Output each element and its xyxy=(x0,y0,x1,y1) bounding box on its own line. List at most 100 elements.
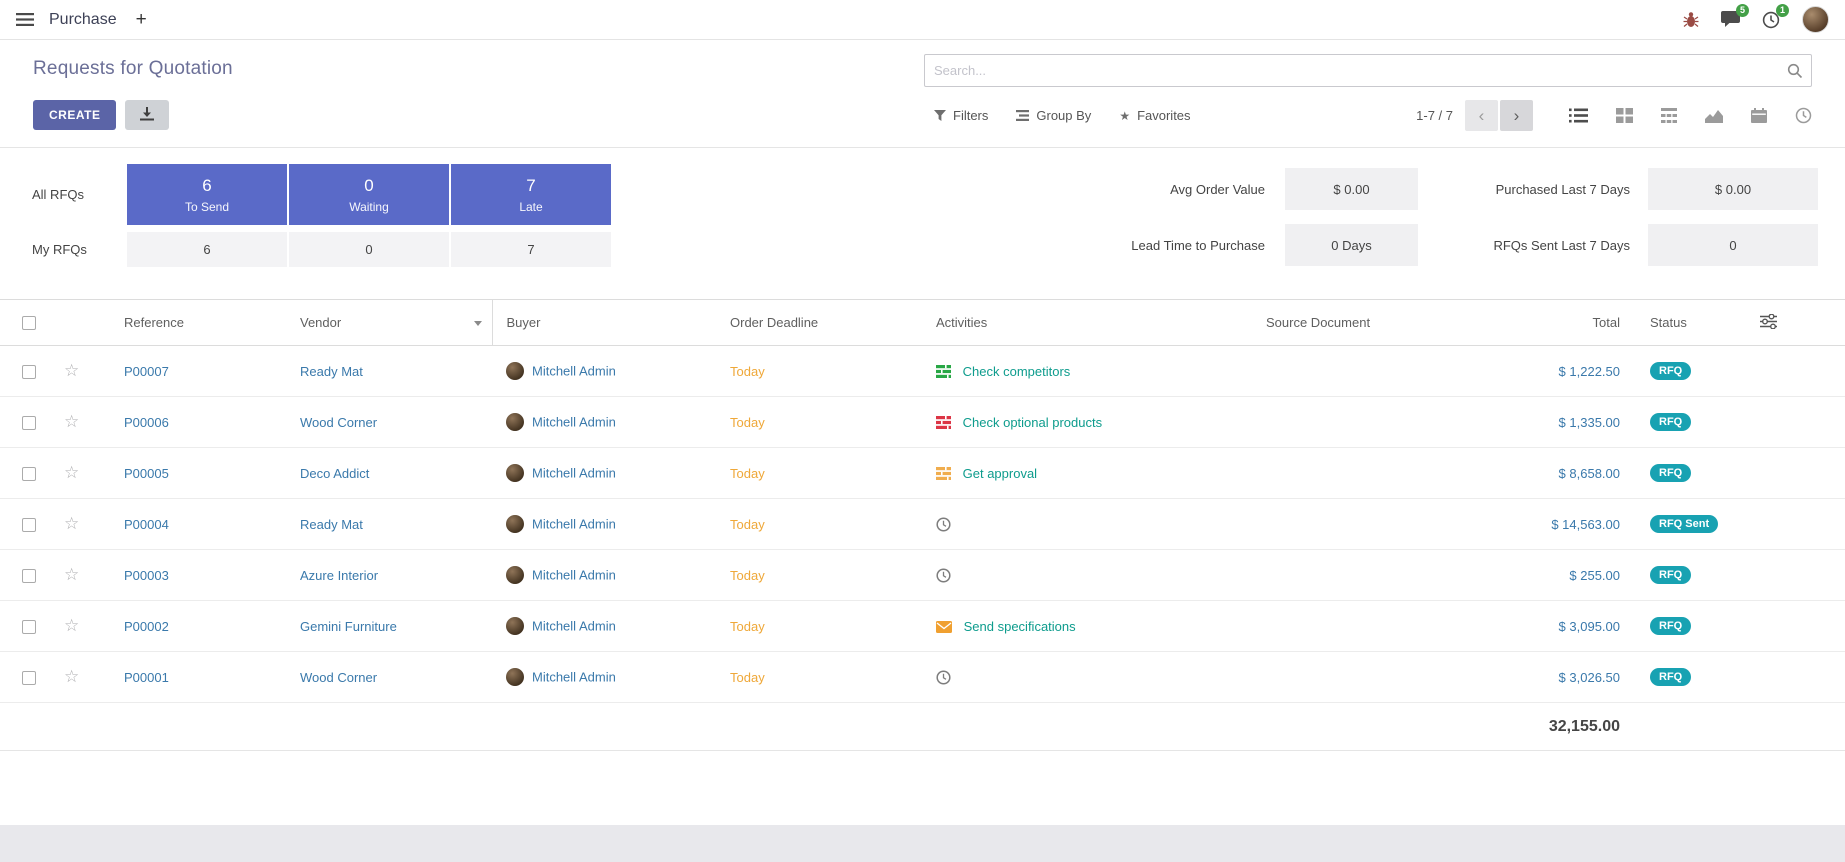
source-document xyxy=(1250,397,1480,448)
activity-label[interactable]: Check optional products xyxy=(963,415,1102,430)
avg-order-value[interactable]: $ 0.00 xyxy=(1285,168,1418,210)
purchased-last-7-days[interactable]: $ 0.00 xyxy=(1648,168,1818,210)
favorites-button[interactable]: ★ Favorites xyxy=(1119,108,1190,123)
row-checkbox[interactable] xyxy=(22,365,36,379)
optional-columns-button[interactable] xyxy=(1760,300,1845,346)
pager-range[interactable]: 1-7 / 7 xyxy=(1416,108,1453,123)
page-title: Requests for Quotation xyxy=(33,58,233,80)
tile-waiting[interactable]: 0 Waiting xyxy=(289,164,449,225)
app-name[interactable]: Purchase xyxy=(49,11,117,29)
activities-badge: 1 xyxy=(1776,4,1789,17)
table-row[interactable]: ☆ P00007 Ready Mat Mitchell Admin Today … xyxy=(0,346,1845,397)
row-checkbox[interactable] xyxy=(22,518,36,532)
rfq-list-table: Reference Vendor Buyer Order Deadline Ac… xyxy=(0,299,1845,751)
buyer-avatar xyxy=(506,515,524,533)
favorite-star-icon[interactable]: ☆ xyxy=(64,412,79,431)
buyer-name: Mitchell Admin xyxy=(532,517,616,532)
activities-clock-icon[interactable]: 1 xyxy=(1762,11,1780,29)
table-row[interactable]: ☆ P00001 Wood Corner Mitchell Admin Toda… xyxy=(0,652,1845,703)
tile-count: 6 xyxy=(202,176,211,196)
column-header-vendor[interactable]: Vendor xyxy=(290,300,492,346)
clock-activity-icon[interactable] xyxy=(936,670,951,685)
clock-activity-icon[interactable] xyxy=(936,517,951,532)
status-badge: RFQ xyxy=(1650,617,1691,635)
pivot-view-button[interactable] xyxy=(1661,108,1677,123)
column-header-total[interactable]: Total xyxy=(1480,300,1636,346)
table-row[interactable]: ☆ P00006 Wood Corner Mitchell Admin Toda… xyxy=(0,397,1845,448)
favorite-star-icon[interactable]: ☆ xyxy=(64,667,79,686)
envelope-activity-icon[interactable] xyxy=(936,621,952,633)
activity-label[interactable]: Send specifications xyxy=(964,619,1076,634)
purchase-dashboard: All RFQs 6 To Send 0 Waiting 7 Late xyxy=(0,147,1845,287)
tile-count: 0 xyxy=(364,176,373,196)
tasks-activity-icon[interactable] xyxy=(936,365,951,378)
total-amount: $ 3,095.00 xyxy=(1480,601,1636,652)
column-header-order-deadline[interactable]: Order Deadline xyxy=(716,300,922,346)
row-checkbox[interactable] xyxy=(22,569,36,583)
lead-time-value[interactable]: 0 Days xyxy=(1285,224,1418,266)
graph-view-button[interactable] xyxy=(1705,108,1723,123)
column-header-status[interactable]: Status xyxy=(1636,300,1760,346)
my-late-count[interactable]: 7 xyxy=(451,232,611,267)
row-checkbox[interactable] xyxy=(22,467,36,481)
search-input[interactable] xyxy=(925,55,1811,86)
order-deadline: Today xyxy=(716,601,922,652)
my-to-send-count[interactable]: 6 xyxy=(127,232,287,267)
buyer-name: Mitchell Admin xyxy=(532,415,616,430)
tasks-activity-icon[interactable] xyxy=(936,416,951,429)
order-deadline: Today xyxy=(716,448,922,499)
create-button[interactable]: CREATE xyxy=(33,100,116,130)
table-row[interactable]: ☆ P00002 Gemini Furniture Mitchell Admin… xyxy=(0,601,1845,652)
column-header-source-document[interactable]: Source Document xyxy=(1250,300,1480,346)
reference-link: P00003 xyxy=(124,568,169,583)
buyer-avatar xyxy=(506,668,524,686)
row-checkbox[interactable] xyxy=(22,416,36,430)
pager-previous-button[interactable]: ‹ xyxy=(1465,100,1498,131)
reference-link: P00005 xyxy=(124,466,169,481)
export-button[interactable] xyxy=(125,100,169,130)
order-deadline: Today xyxy=(716,346,922,397)
tile-label: Waiting xyxy=(349,200,389,214)
search-icon[interactable] xyxy=(1787,63,1803,84)
pager-next-button[interactable]: › xyxy=(1500,100,1533,131)
favorite-star-icon[interactable]: ☆ xyxy=(64,514,79,533)
buyer-name: Mitchell Admin xyxy=(532,568,616,583)
column-header-activities[interactable]: Activities xyxy=(922,300,1250,346)
plus-icon[interactable]: + xyxy=(132,10,151,29)
row-checkbox[interactable] xyxy=(22,671,36,685)
row-checkbox[interactable] xyxy=(22,620,36,634)
vendor-link: Gemini Furniture xyxy=(300,619,397,634)
table-row[interactable]: ☆ P00004 Ready Mat Mitchell Admin Today … xyxy=(0,499,1845,550)
favorite-star-icon[interactable]: ☆ xyxy=(64,361,79,380)
table-row[interactable]: ☆ P00003 Azure Interior Mitchell Admin T… xyxy=(0,550,1845,601)
user-avatar[interactable] xyxy=(1802,6,1829,33)
rfqs-sent-last-7-days[interactable]: 0 xyxy=(1648,224,1818,266)
favorite-star-icon[interactable]: ☆ xyxy=(64,463,79,482)
tasks-activity-icon[interactable] xyxy=(936,467,951,480)
my-waiting-count[interactable]: 0 xyxy=(289,232,449,267)
buyer-name: Mitchell Admin xyxy=(532,466,616,481)
select-all-checkbox[interactable] xyxy=(22,316,36,330)
column-header-buyer[interactable]: Buyer xyxy=(492,300,716,346)
filters-button[interactable]: Filters xyxy=(934,108,988,123)
group-by-button[interactable]: Group By xyxy=(1016,108,1091,123)
favorite-star-icon[interactable]: ☆ xyxy=(64,565,79,584)
list-view-button[interactable] xyxy=(1569,108,1588,123)
messages-icon[interactable]: 5 xyxy=(1721,11,1740,28)
tile-to-send[interactable]: 6 To Send xyxy=(127,164,287,225)
table-row[interactable]: ☆ P00005 Deco Addict Mitchell Admin Toda… xyxy=(0,448,1845,499)
bug-icon[interactable] xyxy=(1683,11,1699,28)
kanban-view-button[interactable] xyxy=(1616,108,1633,123)
favorite-star-icon[interactable]: ☆ xyxy=(64,616,79,635)
clock-activity-icon[interactable] xyxy=(936,568,951,583)
activity-label[interactable]: Get approval xyxy=(963,466,1037,481)
column-header-reference[interactable]: Reference xyxy=(104,300,290,346)
order-deadline: Today xyxy=(716,397,922,448)
activity-view-button[interactable] xyxy=(1795,107,1812,124)
hamburger-menu-icon[interactable] xyxy=(16,13,34,26)
avg-order-value-label: Avg Order Value xyxy=(985,182,1265,197)
tile-late[interactable]: 7 Late xyxy=(451,164,611,225)
source-document xyxy=(1250,601,1480,652)
calendar-view-button[interactable] xyxy=(1751,108,1767,123)
activity-label[interactable]: Check competitors xyxy=(963,364,1071,379)
